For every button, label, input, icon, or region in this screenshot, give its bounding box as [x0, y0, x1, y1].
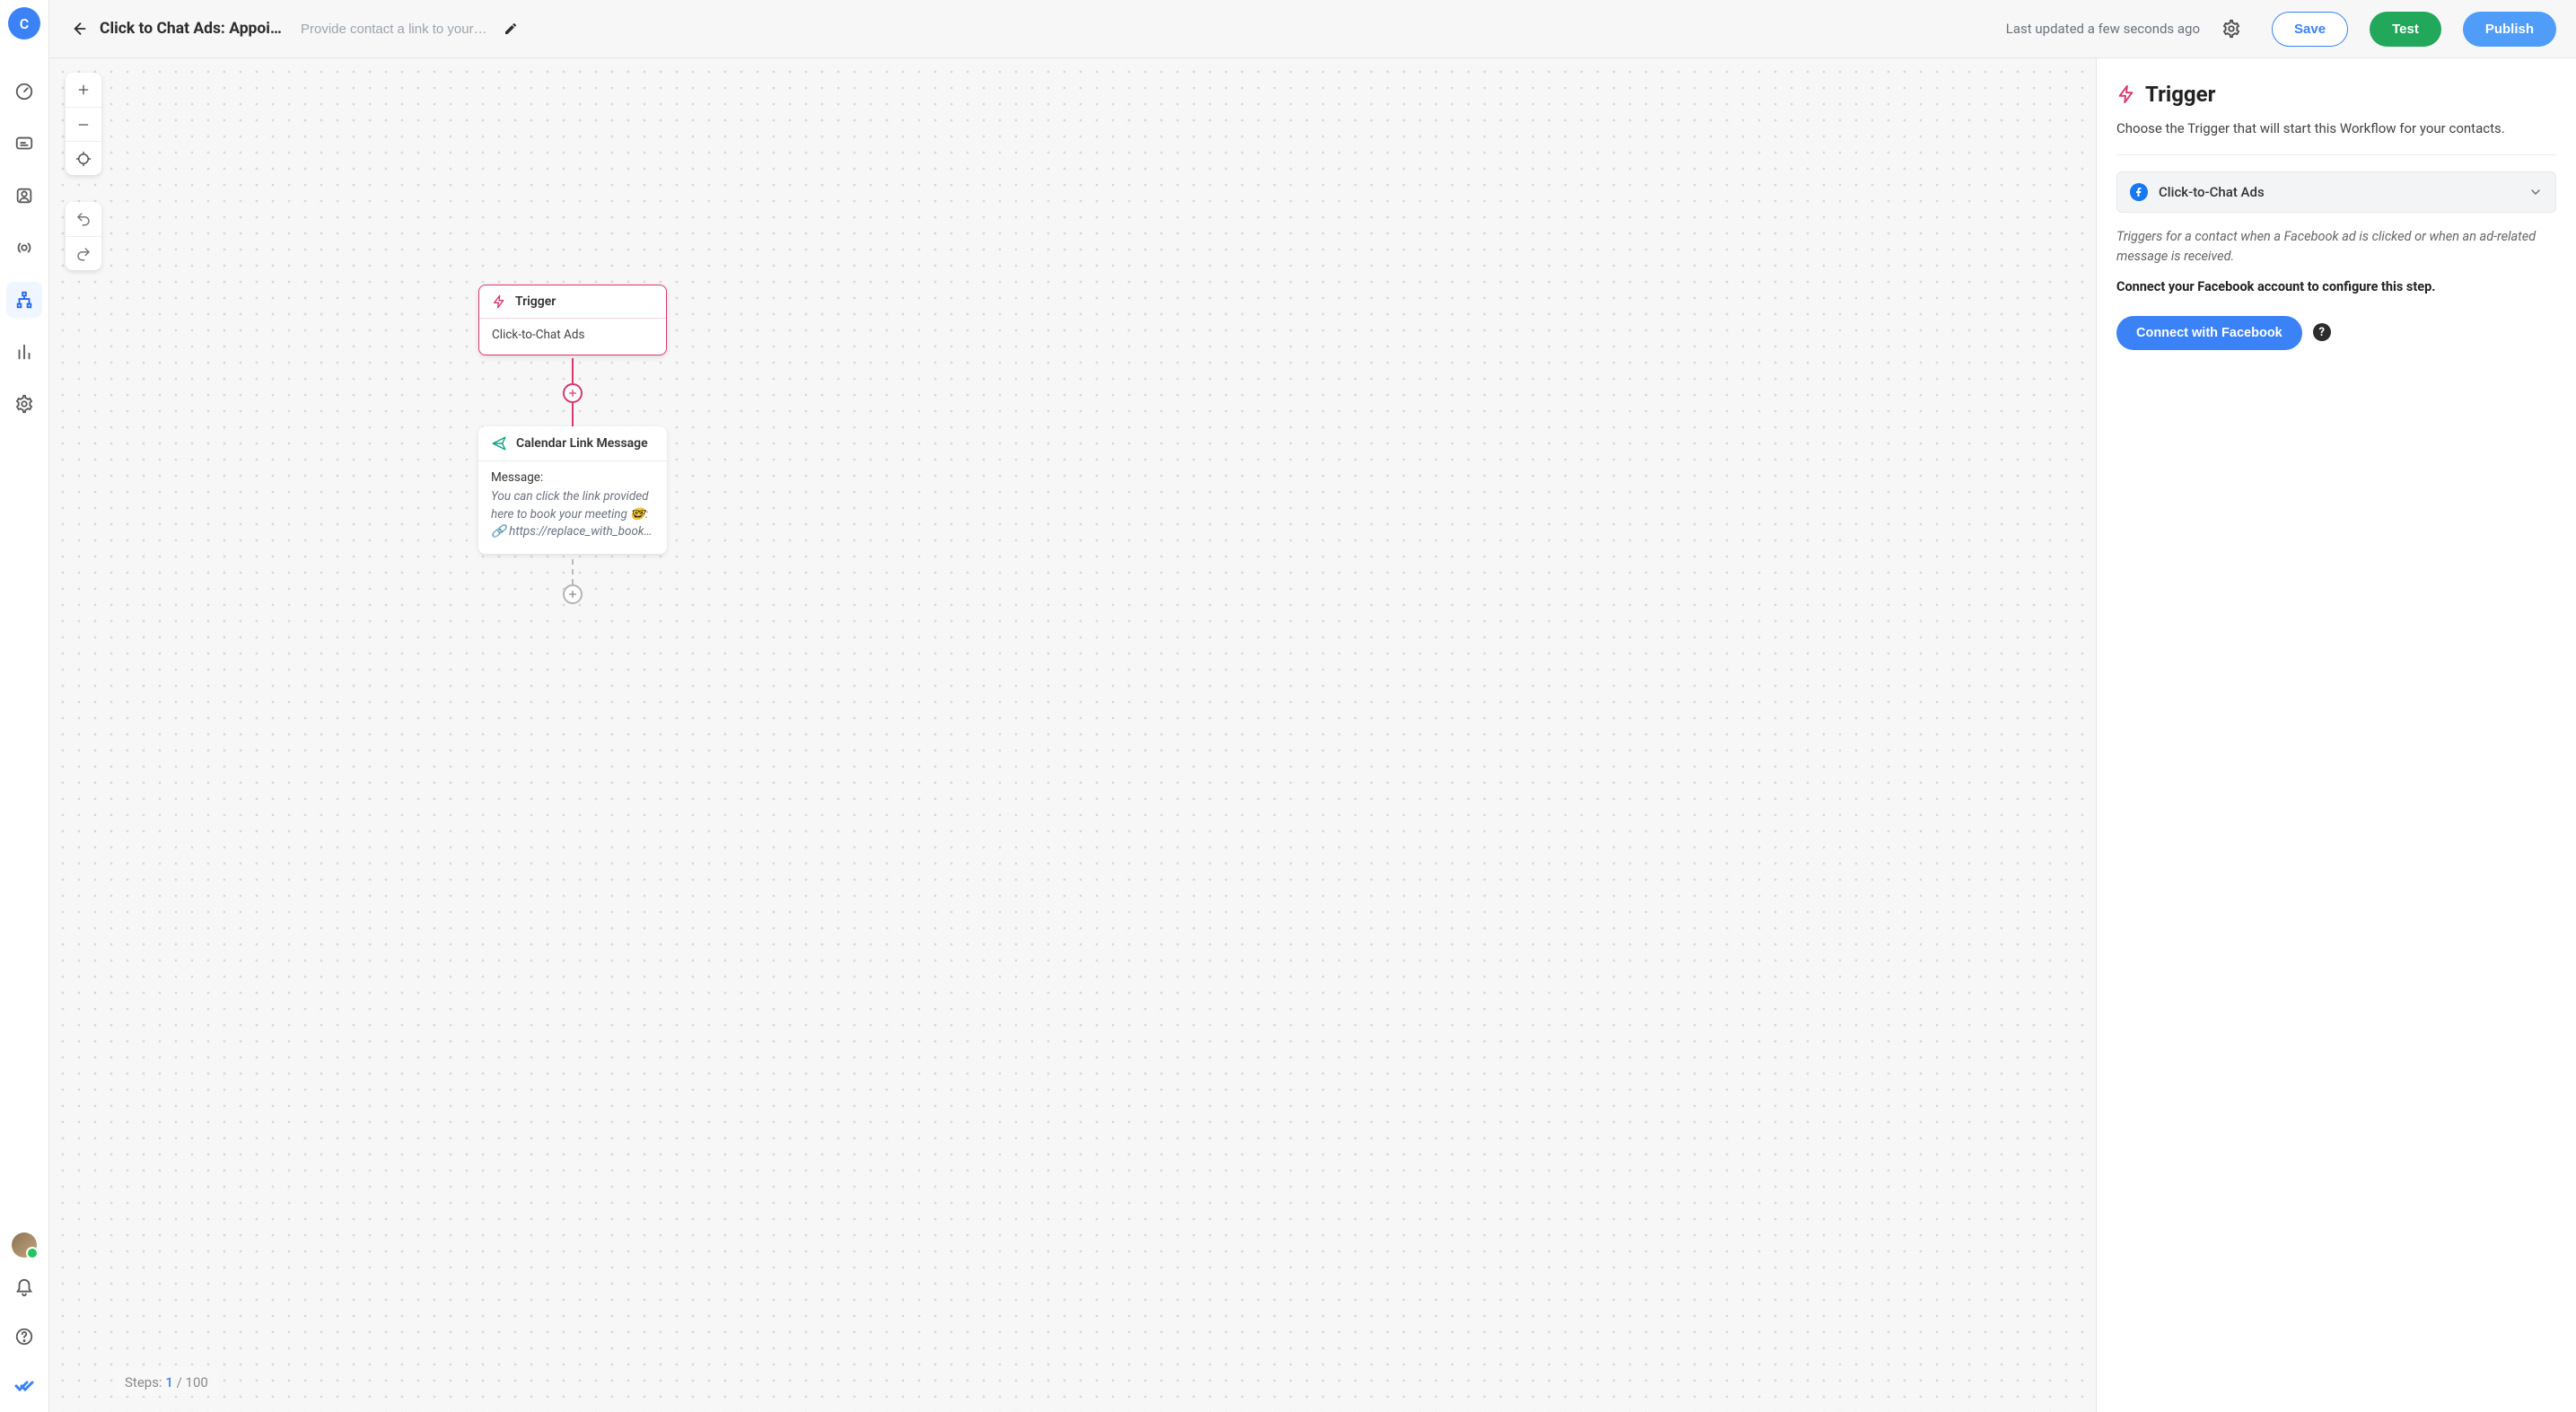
steps-label: Steps:: [125, 1374, 162, 1390]
brand-logo-icon: [6, 1367, 42, 1403]
sidebar-item-notifications[interactable]: [6, 1270, 42, 1306]
zoom-controls: [66, 73, 101, 175]
bolt-icon: [492, 294, 506, 309]
trigger-select-label: Click-to-Chat Ads: [2159, 184, 2518, 200]
message-label: Message:: [491, 470, 654, 485]
chevron-down-icon: [2528, 185, 2543, 199]
chat-icon: [14, 134, 34, 153]
panel-subtitle: Choose the Trigger that will start this …: [2116, 119, 2556, 138]
connector-dashed: [572, 559, 574, 584]
user-avatar[interactable]: [12, 1232, 37, 1258]
gauge-icon: [14, 82, 34, 101]
connect-row: Connect with Facebook ?: [2116, 316, 2556, 350]
node-message-title: Calendar Link Message: [516, 436, 648, 451]
workflow-settings-button[interactable]: [2221, 19, 2241, 39]
workspace-avatar[interactable]: C: [8, 7, 40, 39]
node-trigger-header: Trigger: [479, 285, 666, 319]
sidebar-item-broadcast[interactable]: [6, 230, 42, 266]
main-area: Click to Chat Ads: Appointme… Last updat…: [49, 0, 2576, 1412]
trigger-description: Triggers for a contact when a Facebook a…: [2116, 227, 2556, 267]
canvas-dots-bg: [49, 58, 2096, 1412]
double-check-icon: [13, 1374, 35, 1396]
back-button[interactable]: [69, 20, 87, 38]
plus-icon: [567, 589, 578, 600]
help-button[interactable]: ?: [2313, 323, 2331, 341]
minus-icon: [76, 118, 91, 132]
broadcast-icon: [14, 238, 34, 258]
config-panel: Trigger Choose the Trigger that will sta…: [2096, 58, 2576, 1412]
panel-title: Trigger: [2145, 82, 2215, 107]
node-calendar-message[interactable]: Calendar Link Message Message: You can c…: [478, 426, 667, 554]
message-preview-line2: 🔗 https://replace_with_book…: [491, 523, 654, 541]
steps-current: 1: [165, 1374, 173, 1390]
send-message-icon: [491, 435, 507, 452]
bolt-icon: [2116, 84, 2136, 104]
gear-icon: [2221, 19, 2241, 39]
sidebar-item-help[interactable]: [6, 1319, 42, 1355]
node-message-body: Message: You can click the link provided…: [478, 461, 667, 554]
steps-total: 100: [186, 1374, 208, 1390]
connect-warning: Connect your Facebook account to configu…: [2116, 279, 2556, 294]
sidebar-item-dashboard[interactable]: [6, 74, 42, 110]
fit-view-button[interactable]: [66, 141, 101, 175]
sidebar-item-inbox[interactable]: [6, 126, 42, 162]
contact-icon: [14, 186, 34, 206]
connect-facebook-button[interactable]: Connect with Facebook: [2116, 316, 2302, 350]
steps-counter: Steps: 1 / 100: [114, 1369, 219, 1396]
zoom-in-button[interactable]: [66, 73, 101, 107]
content-row: Trigger Click-to-Chat Ads Calendar Link …: [49, 58, 2576, 1412]
redo-button[interactable]: [66, 236, 101, 270]
sidebar-item-contacts[interactable]: [6, 178, 42, 214]
connector-line: [572, 358, 574, 383]
history-controls: [66, 202, 101, 270]
test-button[interactable]: Test: [2370, 12, 2441, 47]
pencil-icon: [504, 22, 518, 36]
workflow-description-input[interactable]: [301, 22, 489, 37]
last-updated-label: Last updated a few seconds ago: [2006, 21, 2200, 37]
sidebar-bottom: [6, 1232, 42, 1412]
workflow-canvas[interactable]: Trigger Click-to-Chat Ads Calendar Link …: [49, 58, 2096, 1412]
undo-icon: [75, 211, 92, 227]
gear-icon: [14, 394, 34, 414]
publish-button[interactable]: Publish: [2463, 12, 2556, 47]
edit-title-button[interactable]: [504, 22, 518, 36]
arrow-left-icon: [69, 20, 87, 38]
panel-title-row: Trigger: [2116, 82, 2556, 107]
add-step-end-button[interactable]: [563, 584, 583, 604]
message-preview-line1: You can click the link provided here to …: [491, 488, 654, 523]
node-trigger-body: Click-to-Chat Ads: [479, 319, 666, 355]
help-circle-icon: [14, 1327, 34, 1346]
bell-icon: [14, 1278, 34, 1298]
steps-separator: /: [177, 1374, 182, 1390]
node-trigger[interactable]: Trigger Click-to-Chat Ads: [478, 285, 667, 355]
connector-line: [572, 403, 574, 426]
workflow-title[interactable]: Click to Chat Ads: Appointme…: [100, 20, 288, 38]
bar-chart-icon: [14, 342, 34, 362]
plus-icon: [76, 83, 91, 97]
sidebar-item-reports[interactable]: [6, 334, 42, 370]
trigger-type-select[interactable]: Click-to-Chat Ads: [2116, 171, 2556, 213]
undo-button[interactable]: [66, 202, 101, 236]
facebook-icon: [2130, 183, 2148, 201]
sidebar-nav: [6, 74, 42, 422]
add-step-button[interactable]: [563, 383, 583, 403]
divider: [2116, 154, 2556, 155]
sidebar-item-workflows[interactable]: [6, 282, 42, 318]
save-button[interactable]: Save: [2272, 12, 2348, 47]
zoom-out-button[interactable]: [66, 107, 101, 141]
plus-icon: [567, 388, 578, 399]
node-trigger-title: Trigger: [515, 294, 556, 309]
redo-icon: [75, 246, 92, 262]
left-sidebar: C: [0, 0, 49, 1412]
workflow-icon: [14, 290, 34, 310]
topbar: Click to Chat Ads: Appointme… Last updat…: [49, 0, 2576, 58]
sidebar-item-settings[interactable]: [6, 386, 42, 422]
node-message-header: Calendar Link Message: [478, 426, 667, 461]
crosshair-icon: [75, 151, 92, 167]
